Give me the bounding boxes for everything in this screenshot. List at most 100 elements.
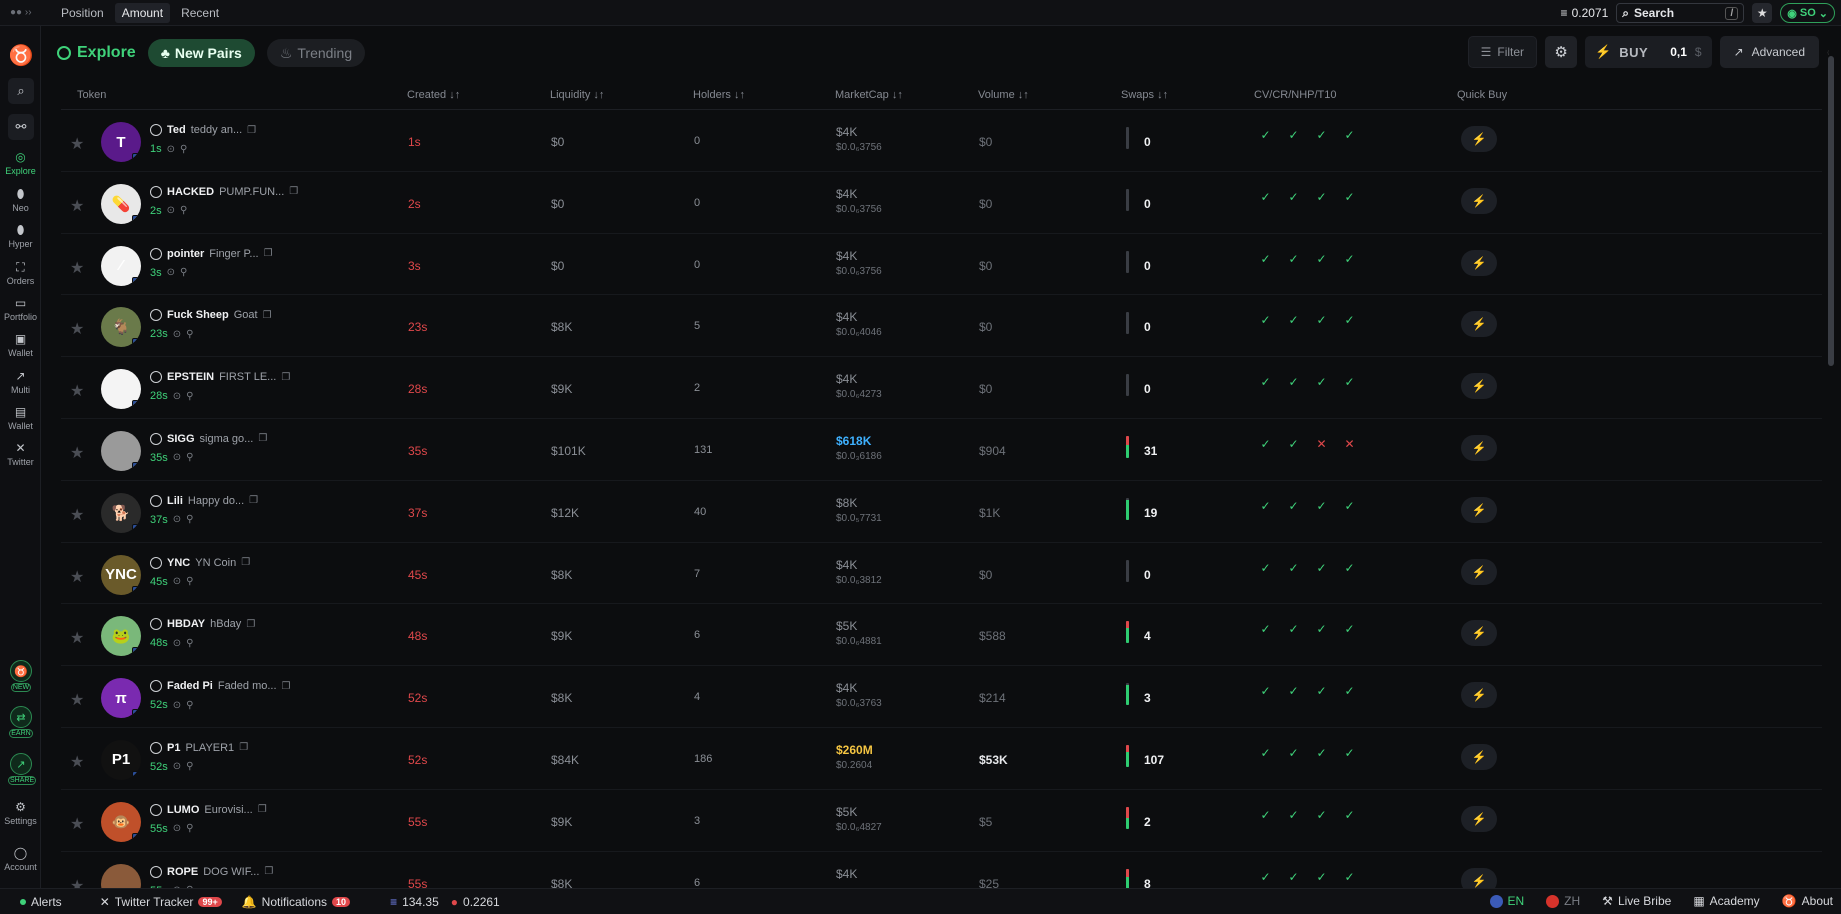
copy-icon[interactable]: ❐ bbox=[239, 742, 248, 753]
col-liquidity[interactable]: Liquidity ↓↑ bbox=[550, 89, 604, 101]
link-icon[interactable]: ⚲ bbox=[186, 452, 193, 463]
quick-buy-button[interactable]: ⚡ bbox=[1461, 620, 1497, 647]
quick-buy-button[interactable]: ⚡ bbox=[1461, 743, 1497, 770]
token-avatar[interactable]: 🐕 bbox=[101, 492, 141, 533]
col-marketcap[interactable]: MarketCap ↓↑ bbox=[835, 89, 903, 101]
token-title[interactable]: YNC YN Coin ❐ bbox=[150, 556, 250, 569]
copy-icon[interactable]: ❐ bbox=[264, 866, 273, 877]
copy-icon[interactable]: ❐ bbox=[264, 248, 273, 259]
favorite-star-icon[interactable]: ★ bbox=[70, 196, 84, 216]
table-row[interactable]: ★ π Faded Pi Faded mo... ❐ 52s ⊙ ⚲ 52s $8K 4 $4K $0.… bbox=[61, 666, 1822, 728]
search-icon[interactable]: ⊙ bbox=[167, 144, 175, 155]
quick-buy-button[interactable]: ⚡ bbox=[1461, 558, 1497, 585]
favorite-star-icon[interactable]: ★ bbox=[70, 690, 84, 710]
token-title[interactable]: LUMO Eurovisi... ❐ bbox=[150, 803, 267, 816]
table-row[interactable]: ★ EPSTEIN FIRST LE... ❐ 28s ⊙ ⚲ 28s $9K 2 $4K $0.0₆… bbox=[61, 357, 1822, 419]
col-volume[interactable]: Volume ↓↑ bbox=[978, 89, 1029, 101]
sidebar-item-hyper[interactable]: ⬮ Hyper bbox=[0, 223, 41, 249]
table-row[interactable]: ★ROPEDOG WIF...❐55s⊙⚲55s$8K6$4K$258✓✓✓✓⚡ bbox=[61, 852, 1822, 888]
search-button[interactable]: ⌕ Search / bbox=[1616, 3, 1745, 23]
link-icon[interactable]: ⚲ bbox=[186, 638, 193, 649]
academy-button[interactable]: ▦ Academy bbox=[1693, 894, 1759, 908]
alerts-button[interactable]: Alerts bbox=[20, 895, 62, 909]
favorite-star-icon[interactable]: ★ bbox=[70, 814, 84, 834]
sidebar-item-neo[interactable]: ⬮ Neo bbox=[0, 187, 41, 213]
advanced-button[interactable]: ↗ Advanced bbox=[1719, 36, 1819, 68]
twitter-tracker-button[interactable]: ✕ Twitter Tracker 99+ bbox=[100, 895, 222, 909]
quick-buy-button[interactable]: ⚡ bbox=[1461, 126, 1497, 152]
token-avatar[interactable] bbox=[101, 369, 141, 410]
tab-trending[interactable]: ♨ Trending bbox=[266, 39, 366, 67]
badge-share[interactable]: ↗ SHARE bbox=[8, 753, 37, 793]
scrollbar[interactable] bbox=[1828, 56, 1834, 366]
token-avatar[interactable]: 🐵 bbox=[101, 801, 141, 842]
sidebar-search-icon[interactable]: ⌕ bbox=[8, 78, 34, 104]
search-icon[interactable]: ⊙ bbox=[173, 638, 181, 649]
copy-icon[interactable]: ❐ bbox=[241, 557, 250, 568]
sidebar-item-wallet-2[interactable]: ▤ Wallet bbox=[0, 405, 41, 431]
quick-buy-button[interactable]: ⚡ bbox=[1461, 311, 1497, 338]
tab-amount[interactable]: Amount bbox=[114, 2, 171, 23]
link-icon[interactable]: ⚲ bbox=[180, 267, 187, 278]
quick-buy-button[interactable]: ⚡ bbox=[1461, 249, 1497, 276]
token-avatar[interactable] bbox=[101, 430, 141, 471]
search-icon[interactable]: ⊙ bbox=[173, 391, 181, 402]
token-avatar[interactable]: ⁄ bbox=[101, 245, 141, 286]
token-avatar[interactable]: YNC bbox=[101, 554, 141, 595]
copy-icon[interactable]: ❐ bbox=[263, 310, 272, 321]
table-row[interactable]: ★ T Ted teddy an... ❐ 1s ⊙ ⚲ 1s $0 0 $4K $0.0₆3756 $0… bbox=[61, 110, 1822, 172]
favorite-star-icon[interactable]: ★ bbox=[70, 505, 84, 525]
sidebar-item-twitter[interactable]: ✕ Twitter bbox=[0, 441, 41, 467]
table-row[interactable]: ★ 💊 HACKED PUMP.FUN... ❐ 2s ⊙ ⚲ 2s $0 0 $4K $0.0₆375… bbox=[61, 172, 1822, 234]
table-row[interactable]: ★ 🐵 LUMO Eurovisi... ❐ 55s ⊙ ⚲ 55s $9K 3 $5K $0.0₆48… bbox=[61, 790, 1822, 852]
link-icon[interactable]: ⚲ bbox=[186, 329, 193, 340]
link-icon[interactable]: ⚲ bbox=[186, 700, 193, 711]
tab-recent[interactable]: Recent bbox=[174, 3, 226, 23]
search-icon[interactable]: ⊙ bbox=[167, 267, 175, 278]
quick-buy-button[interactable]: ⚡ bbox=[1461, 682, 1497, 709]
link-icon[interactable]: ⚲ bbox=[186, 391, 193, 402]
token-avatar[interactable]: T bbox=[101, 122, 141, 162]
sidebar-item-portfolio[interactable]: ▭ Portfolio bbox=[0, 296, 41, 322]
token-avatar[interactable]: 🐸 bbox=[101, 616, 141, 657]
badge-earn[interactable]: ⇄ EARN bbox=[8, 706, 34, 746]
favorite-star-icon[interactable]: ★ bbox=[70, 628, 84, 648]
sidebar-item-multi[interactable]: ↗ Multi bbox=[0, 369, 41, 395]
favorite-star-icon[interactable]: ★ bbox=[70, 134, 84, 154]
notifications-button[interactable]: 🔔 Notifications 10 bbox=[242, 895, 351, 909]
col-created[interactable]: Created ↓↑ bbox=[407, 89, 460, 101]
copy-icon[interactable]: ❐ bbox=[246, 619, 255, 630]
search-icon[interactable]: ⊙ bbox=[173, 452, 181, 463]
copy-icon[interactable]: ❐ bbox=[249, 495, 258, 506]
favorite-star-icon[interactable]: ★ bbox=[70, 752, 84, 772]
star-icon[interactable]: ★ bbox=[1752, 3, 1773, 23]
token-title[interactable]: Ted teddy an... ❐ bbox=[150, 124, 256, 136]
table-row[interactable]: ★ SIGG sigma go... ❐ 35s ⊙ ⚲ 35s $101K 131 $618K $0… bbox=[61, 419, 1822, 481]
sidebar-item-wallet[interactable]: ▣ Wallet bbox=[0, 332, 41, 358]
copy-icon[interactable]: ❐ bbox=[247, 125, 256, 136]
table-row[interactable]: ★ 🐸 HBDAY hBday ❐ 48s ⊙ ⚲ 48s $9K 6 $5K $0.0₆4881 $58… bbox=[61, 604, 1822, 667]
link-icon[interactable]: ⚲ bbox=[186, 514, 193, 525]
settings-button[interactable]: ⚙ bbox=[1545, 36, 1578, 68]
token-title[interactable]: pointer Finger P... ❐ bbox=[150, 247, 273, 260]
link-icon[interactable]: ⚲ bbox=[180, 205, 187, 216]
filter-button[interactable]: ☰ Filter bbox=[1467, 36, 1538, 68]
sidebar-item-orders[interactable]: ⛶ Orders bbox=[0, 260, 41, 286]
token-title[interactable]: Fuck Sheep Goat ❐ bbox=[150, 309, 272, 322]
sidebar-link-icon[interactable]: ⚯ bbox=[8, 114, 34, 140]
col-token[interactable]: Token bbox=[77, 89, 106, 101]
token-title[interactable]: HBDAY hBday ❐ bbox=[150, 618, 255, 631]
table-row[interactable]: ★ YNC YNC YN Coin ❐ 45s ⊙ ⚲ 45s $8K 7 $4K $0.0₆3812 $… bbox=[61, 543, 1822, 605]
quick-buy-button[interactable]: ⚡ bbox=[1461, 805, 1497, 832]
copy-icon[interactable]: ❐ bbox=[282, 681, 291, 692]
token-avatar[interactable] bbox=[101, 863, 141, 888]
col-holders[interactable]: Holders ↓↑ bbox=[693, 89, 745, 101]
favorite-star-icon[interactable]: ★ bbox=[70, 443, 84, 463]
copy-icon[interactable]: ❐ bbox=[289, 186, 298, 197]
token-avatar[interactable]: 🐐 bbox=[101, 307, 141, 348]
token-title[interactable]: Lili Happy do... ❐ bbox=[150, 494, 258, 507]
token-title[interactable]: SIGG sigma go... ❐ bbox=[150, 432, 267, 445]
buy-amount-input[interactable]: 0,1 bbox=[1670, 45, 1687, 59]
quick-buy-button[interactable]: ⚡ bbox=[1461, 434, 1497, 461]
search-icon[interactable]: ⊙ bbox=[173, 514, 181, 525]
